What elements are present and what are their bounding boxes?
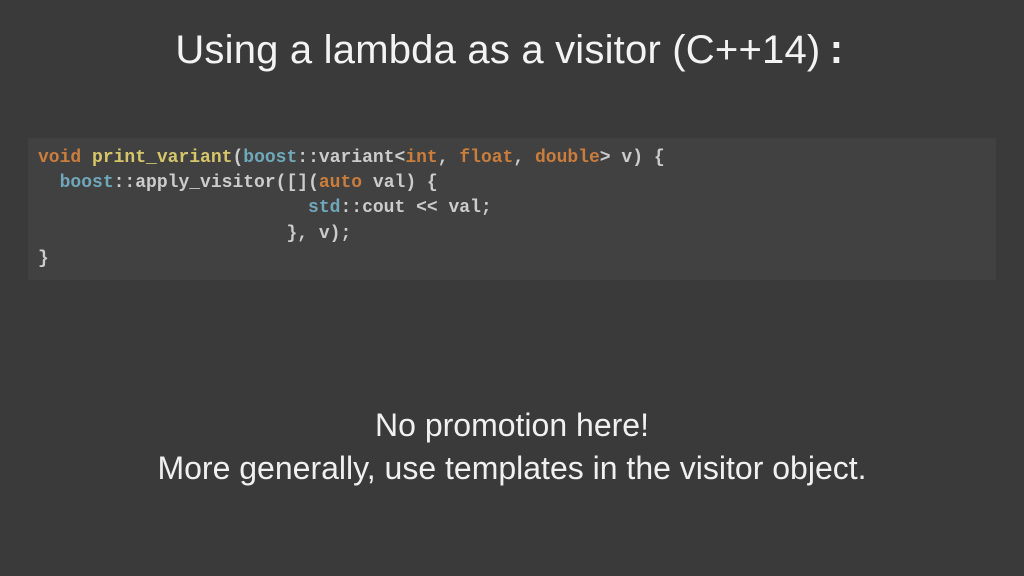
slide-body: No promotion here! More generally, use t… xyxy=(0,404,1024,490)
body-line-2: More generally, use templates in the vis… xyxy=(0,447,1024,490)
code-kw: void xyxy=(38,148,81,168)
body-line-1: No promotion here! xyxy=(0,404,1024,447)
code-block: void print_variant(boost::variant<int, f… xyxy=(28,138,996,280)
code-ns: boost xyxy=(243,148,297,168)
code-fn: print_variant xyxy=(92,148,232,168)
slide: Using a lambda as a visitor (C++14): voi… xyxy=(0,0,1024,576)
title-text: Using a lambda as a visitor (C++14) xyxy=(175,28,820,72)
slide-title: Using a lambda as a visitor (C++14): xyxy=(0,28,1024,76)
title-colon: : xyxy=(824,31,848,76)
